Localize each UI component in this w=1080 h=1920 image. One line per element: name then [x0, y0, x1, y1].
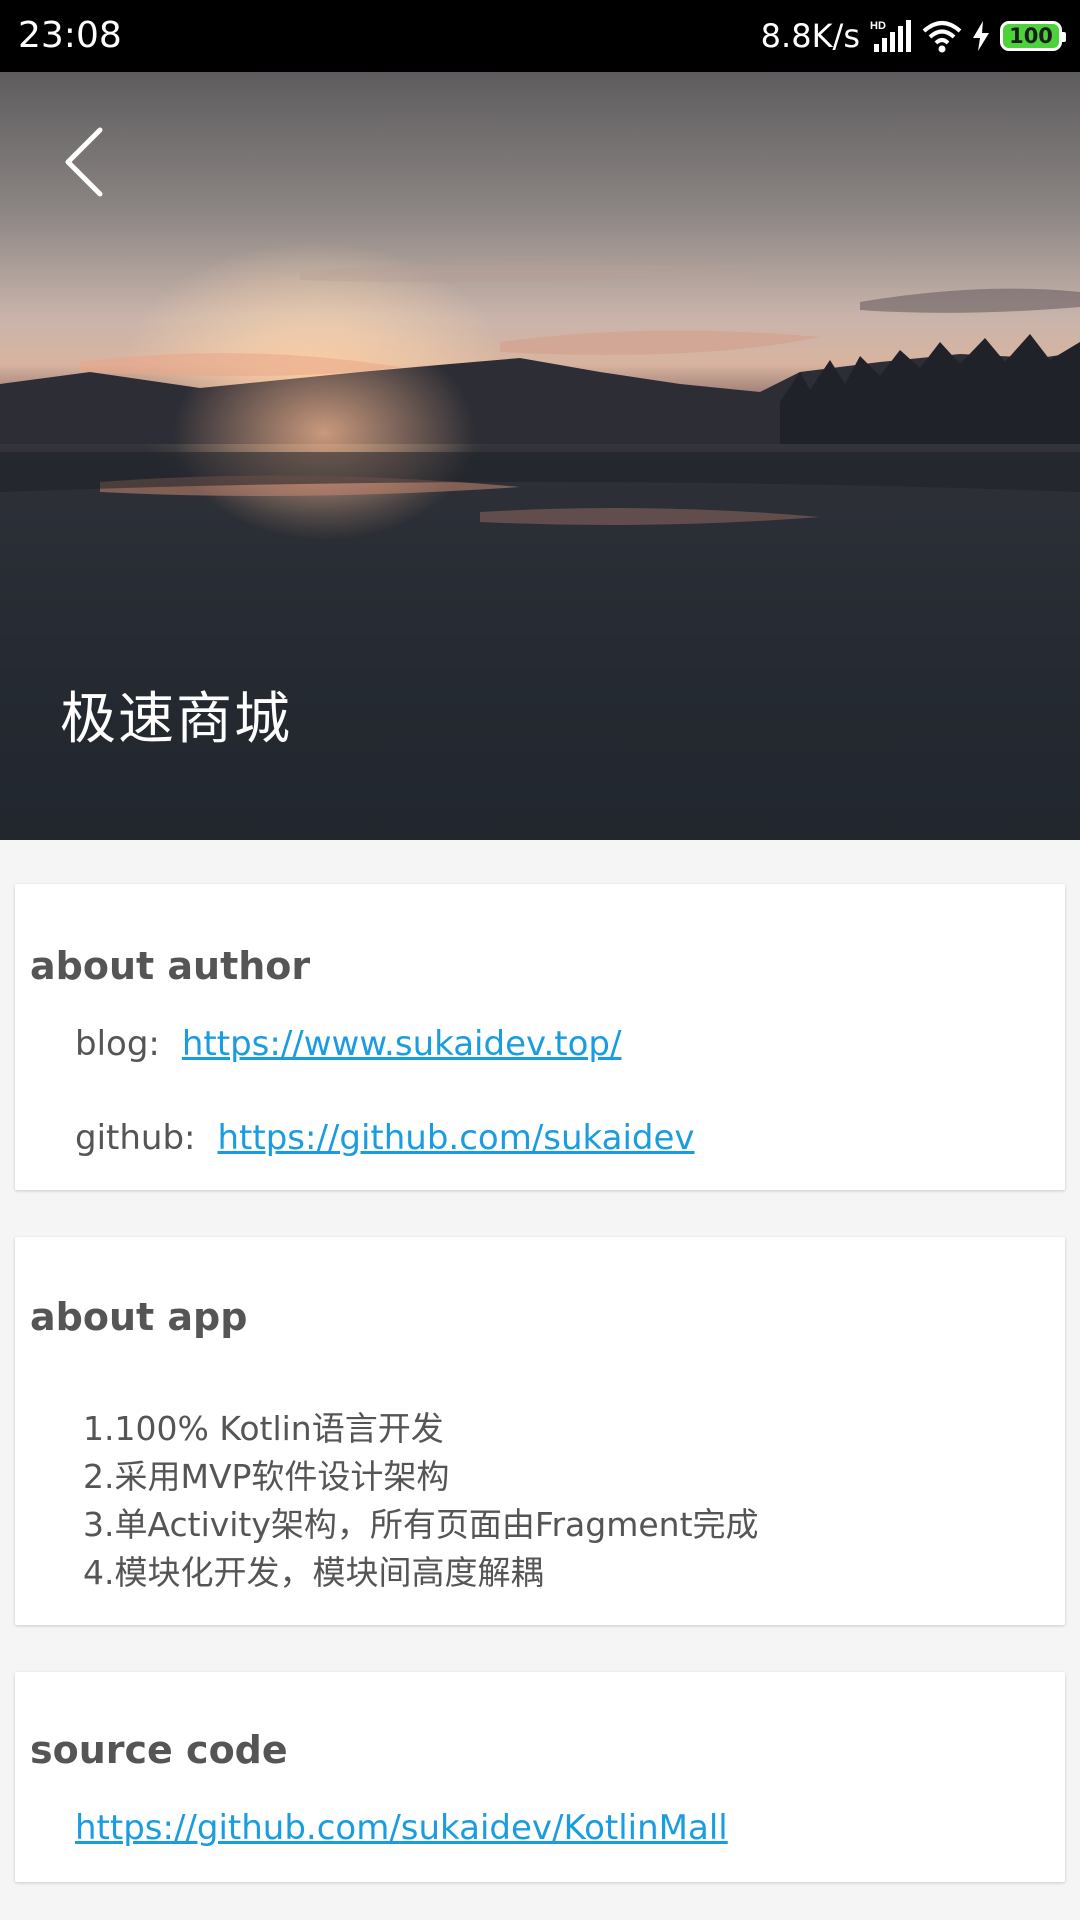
network-speed: 8.8K/s	[760, 17, 860, 55]
status-bar: 23:08 8.8K/s HD 100	[0, 0, 1080, 72]
blog-link[interactable]: https://www.sukaidev.top/	[182, 1024, 622, 1064]
card-title: about author	[30, 944, 311, 988]
about-author-card: about author blog: https://www.sukaidev.t…	[15, 884, 1065, 1190]
battery-icon: 100	[1000, 21, 1066, 51]
wifi-icon	[922, 19, 962, 53]
source-row: https://github.com/sukaidev/KotlinMall	[75, 1808, 728, 1848]
status-time: 23:08	[18, 15, 122, 56]
github-link[interactable]: https://github.com/sukaidev	[218, 1118, 695, 1158]
page-title: 极速商城	[60, 687, 292, 752]
back-button[interactable]	[56, 122, 116, 202]
feature-item: 4.模块化开发，模块间高度解耦	[83, 1553, 544, 1592]
status-indicators: 8.8K/s HD 100	[760, 14, 1066, 58]
signal-icon: HD	[870, 18, 912, 54]
feature-item: 3.单Activity架构，所有页面由Fragment完成	[83, 1505, 759, 1544]
card-title: about app	[30, 1295, 248, 1339]
back-arrow-icon	[65, 127, 103, 197]
feature-item: 1.100% Kotlin语言开发	[83, 1409, 444, 1448]
header-image: 极速商城	[0, 72, 1080, 840]
card-title: source code	[30, 1728, 288, 1772]
about-app-card: about app 1.100% Kotlin语言开发 2.采用MVP软件设计架…	[15, 1237, 1065, 1625]
blog-label: blog:	[75, 1024, 160, 1064]
source-code-card: source code https://github.com/sukaidev/…	[15, 1672, 1065, 1882]
blog-row: blog: https://www.sukaidev.top/	[75, 1024, 621, 1064]
source-code-link[interactable]: https://github.com/sukaidev/KotlinMall	[75, 1808, 728, 1848]
feature-item: 2.采用MVP软件设计架构	[83, 1457, 450, 1496]
hd-badge: HD	[870, 20, 886, 32]
github-label: github:	[75, 1118, 196, 1158]
charging-icon	[972, 21, 990, 51]
github-row: github: https://github.com/sukaidev	[75, 1118, 695, 1158]
